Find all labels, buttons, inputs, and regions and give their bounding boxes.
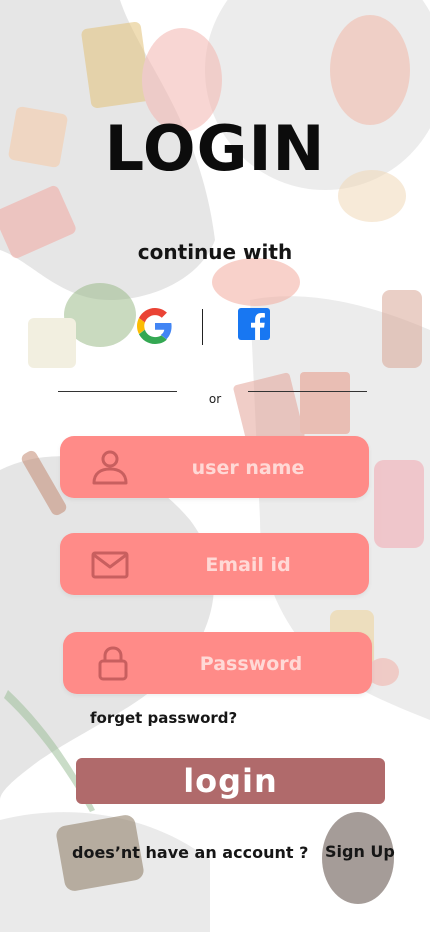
continue-with-label: continue with bbox=[137, 240, 293, 264]
signup-link[interactable]: Sign Up bbox=[325, 842, 395, 861]
username-input[interactable] bbox=[146, 436, 350, 500]
spray-bottle-illustration bbox=[374, 460, 424, 548]
soap-box-illustration bbox=[81, 21, 151, 109]
user-icon bbox=[92, 450, 128, 485]
or-divider-right bbox=[248, 391, 367, 392]
grey-swirl-band bbox=[0, 456, 214, 800]
no-account-text: does’nt have an account ? bbox=[72, 843, 309, 862]
password-field[interactable] bbox=[63, 632, 372, 696]
palette-illustration bbox=[28, 318, 76, 368]
login-screen: LOGIN continue with or user name Email i… bbox=[0, 0, 430, 932]
or-divider-left bbox=[58, 391, 177, 392]
google-g-icon bbox=[137, 308, 172, 344]
email-field[interactable] bbox=[60, 533, 369, 597]
password-input[interactable] bbox=[149, 632, 353, 696]
login-button[interactable]: login bbox=[76, 758, 385, 804]
google-login-button[interactable] bbox=[137, 308, 173, 344]
page-title: LOGIN bbox=[104, 112, 326, 185]
woman-illustration bbox=[330, 15, 410, 125]
social-divider bbox=[202, 309, 203, 345]
facebook-login-button[interactable] bbox=[238, 308, 274, 344]
forgot-password-link[interactable]: forget password? bbox=[90, 709, 237, 727]
lock-icon bbox=[98, 646, 128, 681]
username-field[interactable] bbox=[60, 436, 369, 500]
or-label: or bbox=[208, 392, 222, 406]
soap-bar-illustration bbox=[212, 258, 300, 306]
facebook-f-icon bbox=[238, 308, 270, 340]
email-input[interactable] bbox=[146, 533, 350, 597]
product-box-illustration bbox=[300, 372, 350, 434]
serum-bottle-illustration bbox=[382, 290, 422, 368]
mail-icon bbox=[91, 551, 129, 579]
